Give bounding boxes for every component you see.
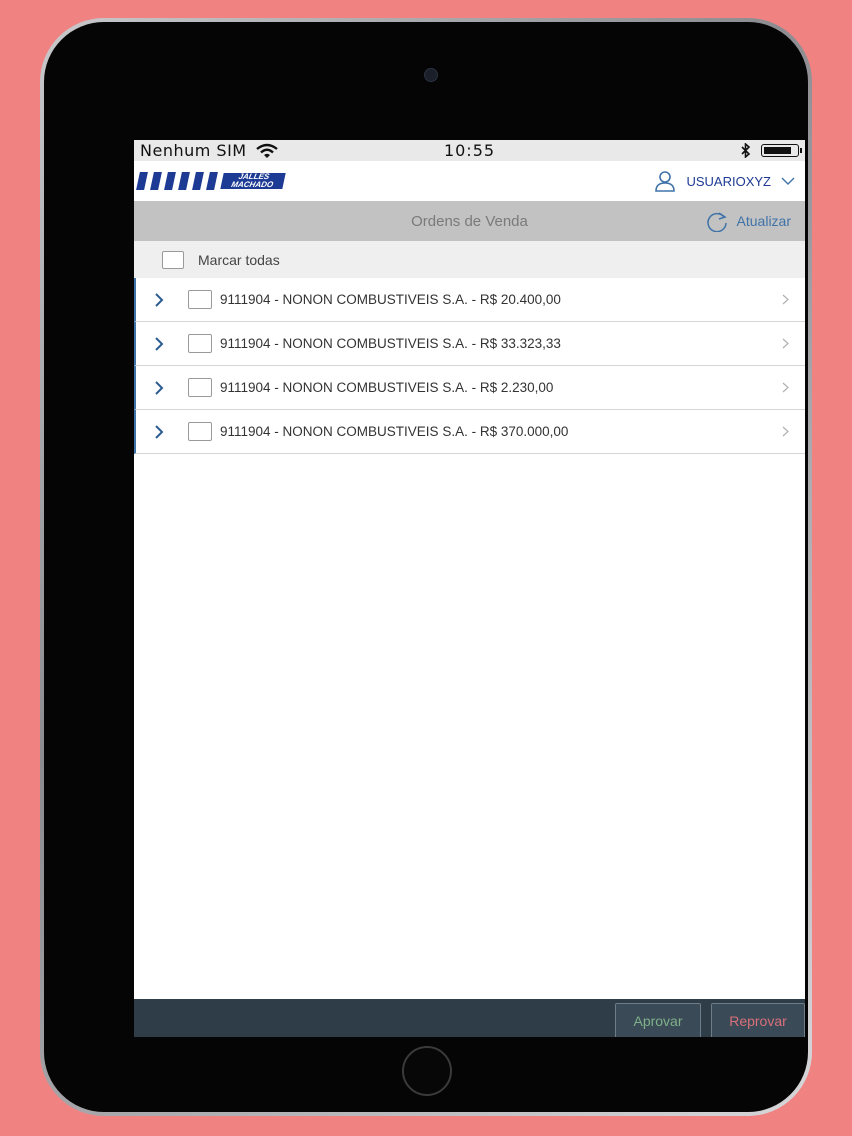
select-all-checkbox[interactable] (162, 250, 184, 269)
logo-stripe (150, 172, 162, 190)
home-button[interactable] (402, 1046, 452, 1096)
logo-stripe (164, 172, 176, 190)
user-menu[interactable]: USUARIOXYZ (654, 170, 795, 192)
battery-icon (761, 144, 802, 157)
approve-button[interactable]: Aprovar (615, 1003, 701, 1037)
username-label: USUARIOXYZ (686, 173, 771, 189)
chevron-right-icon (782, 338, 789, 349)
logo-stripe (136, 172, 148, 190)
order-row[interactable]: 9111904 - NONON COMBUSTIVEIS S.A. - R$ 3… (134, 322, 805, 366)
action-bar: Aprovar Reprovar (134, 999, 805, 1037)
jalles-machado-logo: JALLES MACHADO (136, 172, 286, 190)
order-description: 9111904 - NONON COMBUSTIVEIS S.A. - R$ 3… (220, 336, 561, 351)
carrier-label: Nenhum SIM (140, 141, 247, 160)
page-title: Ordens de Venda (411, 212, 528, 230)
order-checkbox[interactable] (188, 334, 212, 353)
refresh-label: Atualizar (736, 213, 791, 229)
status-right (741, 143, 802, 158)
order-row[interactable]: 9111904 - NONON COMBUSTIVEIS S.A. - R$ 3… (134, 410, 805, 454)
status-left: Nenhum SIM (140, 141, 279, 160)
logo-wordmark: JALLES MACHADO (220, 172, 286, 189)
order-description: 9111904 - NONON COMBUSTIVEIS S.A. - R$ 3… (220, 424, 569, 439)
user-icon (655, 171, 676, 192)
refresh-button[interactable]: Atualizar (705, 201, 791, 241)
page-toolbar: Ordens de Venda Atualizar (134, 201, 805, 241)
wifi-icon (255, 143, 278, 158)
order-detail-chevron[interactable] (782, 322, 789, 365)
chevron-right-icon (155, 292, 164, 307)
chevron-down-icon (781, 177, 795, 185)
order-list: 9111904 - NONON COMBUSTIVEIS S.A. - R$ 2… (134, 278, 805, 454)
order-description: 9111904 - NONON COMBUSTIVEIS S.A. - R$ 2… (220, 380, 554, 395)
order-row[interactable]: 9111904 - NONON COMBUSTIVEIS S.A. - R$ 2… (134, 366, 805, 410)
expand-button[interactable] (154, 380, 174, 395)
logo-line-2: MACHADO (230, 180, 275, 189)
chevron-right-icon (782, 382, 789, 393)
logo-stripe (178, 172, 190, 190)
battery-fill (764, 147, 792, 154)
reject-button[interactable]: Reprovar (711, 1003, 805, 1037)
app-screen: Nenhum SIM 10:55 JALLES MACHADO USUARIOX… (134, 140, 805, 1037)
chevron-right-icon (155, 380, 164, 395)
tablet-bezel: Nenhum SIM 10:55 JALLES MACHADO USUARIOX… (44, 22, 808, 1112)
refresh-icon (706, 212, 727, 232)
order-detail-chevron[interactable] (782, 278, 789, 321)
expand-button[interactable] (154, 336, 174, 351)
select-all-label: Marcar todas (198, 251, 280, 268)
chevron-right-icon (782, 426, 789, 437)
chevron-right-icon (782, 294, 789, 305)
select-all-row: Marcar todas (134, 241, 805, 278)
chevron-right-icon (155, 424, 164, 439)
order-detail-chevron[interactable] (782, 366, 789, 409)
order-description: 9111904 - NONON COMBUSTIVEIS S.A. - R$ 2… (220, 292, 561, 307)
chevron-right-icon (155, 336, 164, 351)
order-checkbox[interactable] (188, 378, 212, 397)
bluetooth-icon (741, 143, 751, 158)
status-bar: Nenhum SIM 10:55 (134, 140, 805, 161)
expand-button[interactable] (154, 424, 174, 439)
logo-stripe (192, 172, 204, 190)
order-detail-chevron[interactable] (782, 410, 789, 453)
tablet-device: Nenhum SIM 10:55 JALLES MACHADO USUARIOX… (40, 18, 812, 1116)
order-row[interactable]: 9111904 - NONON COMBUSTIVEIS S.A. - R$ 2… (134, 278, 805, 322)
expand-button[interactable] (154, 292, 174, 307)
order-checkbox[interactable] (188, 290, 212, 309)
order-checkbox[interactable] (188, 422, 212, 441)
front-camera (424, 68, 438, 82)
logo-stripe (206, 172, 218, 190)
app-header: JALLES MACHADO USUARIOXYZ (134, 161, 805, 201)
